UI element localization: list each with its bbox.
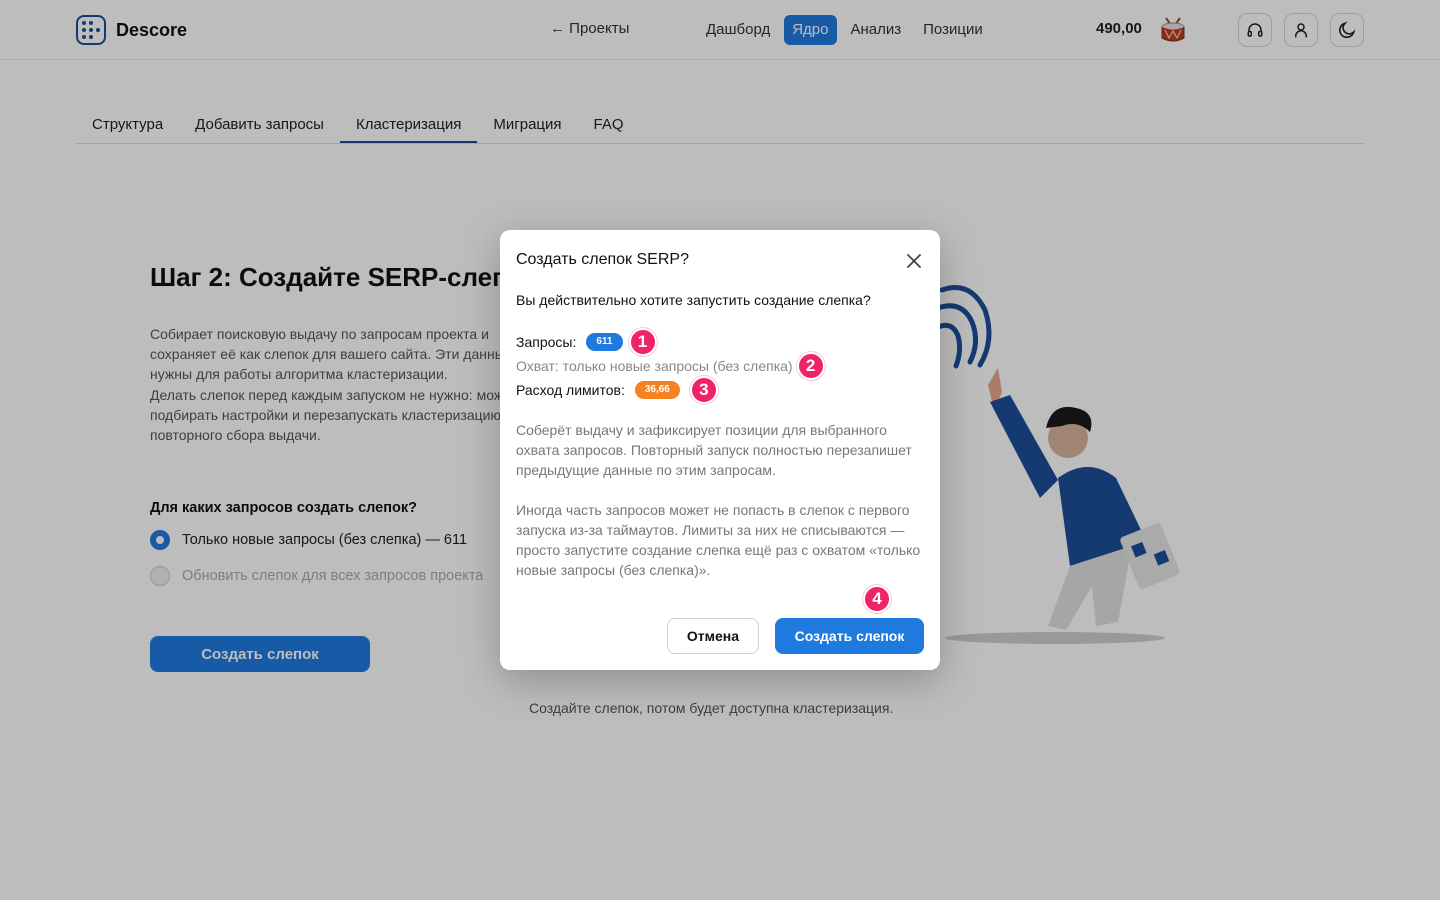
- queries-count-badge: 611: [586, 333, 623, 351]
- annotation-marker-2: 2: [796, 352, 825, 380]
- limits-row: Расход лимитов: 36,66 3: [516, 376, 718, 404]
- dialog-timeout-note: Иногда часть запросов может не попасть в…: [516, 502, 921, 578]
- annotation-marker-3: 3: [689, 376, 718, 404]
- coverage-text: Охват: только новые запросы (без слепка): [516, 358, 793, 374]
- limits-label: Расход лимитов:: [516, 382, 625, 398]
- limits-cost-badge: 36,66: [634, 381, 680, 399]
- dialog-question: Вы действительно хотите запустить создан…: [516, 292, 871, 308]
- annotation-marker-4: 4: [863, 585, 891, 613]
- confirm-create-snapshot-button[interactable]: Создать слепок: [775, 618, 924, 654]
- queries-label: Запросы:: [516, 334, 577, 350]
- dialog-title: Создать слепок SERP?: [516, 251, 689, 268]
- close-button[interactable]: [904, 251, 924, 271]
- close-icon: [907, 254, 921, 268]
- create-snapshot-dialog: Создать слепок SERP? Вы действительно хо…: [500, 230, 940, 670]
- cancel-button[interactable]: Отмена: [667, 618, 759, 654]
- dialog-description: Соберёт выдачу и зафиксирует позиции для…: [516, 422, 912, 478]
